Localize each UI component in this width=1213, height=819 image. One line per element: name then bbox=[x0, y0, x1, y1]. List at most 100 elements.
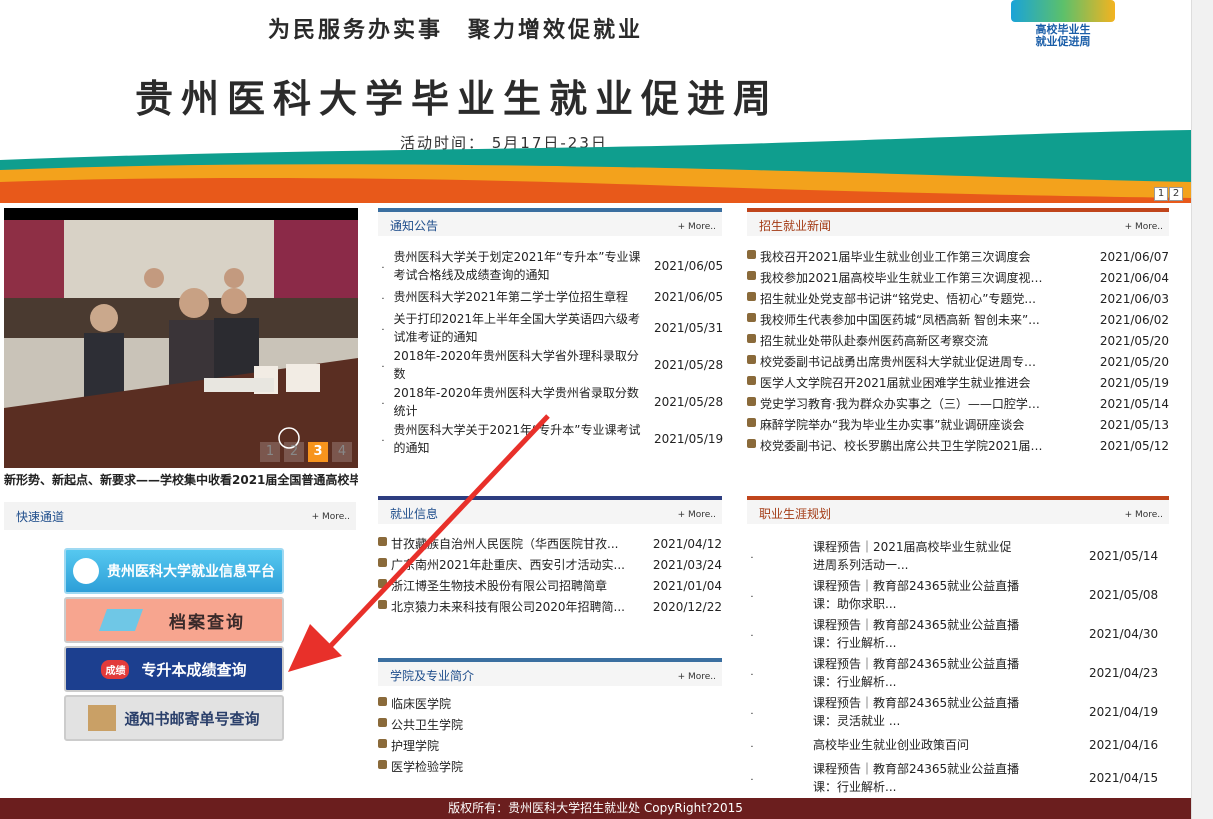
mail-label: 通知书邮寄单号查询 bbox=[124, 709, 260, 728]
banner-page-1[interactable]: 1 bbox=[1154, 187, 1168, 201]
list-item-title[interactable]: 高校毕业生就业创业政策百问 bbox=[813, 736, 1023, 754]
banner: 为民服务办实事 聚力增效促就业 贵州医科大学毕业生就业促进周 活动时间： 5月1… bbox=[0, 0, 1191, 203]
list-item[interactable]: 医学人文学院召开2021届就业困难学生就业推进会 2021/05/19 bbox=[747, 373, 1169, 394]
list-item[interactable]: 我校师生代表参加中国医药城“凤栖高新 智创未来”... 2021/06/02 bbox=[747, 310, 1169, 331]
banner-page-2[interactable]: 2 bbox=[1169, 187, 1183, 201]
list-item[interactable]: · 课程预告｜2021届高校毕业生就业促进周系列活动一... 2021/05/14 bbox=[747, 538, 1169, 574]
promo-week-logo: 高校毕业生 就业促进周 bbox=[1008, 0, 1118, 56]
bullet-icon bbox=[747, 376, 756, 385]
list-item-title[interactable]: 医学人文学院召开2021届就业困难学生就业推进会 bbox=[760, 373, 1047, 393]
list-item-date: 2021/03/24 bbox=[652, 558, 722, 572]
list-item-title[interactable]: 贵州医科大学2021年第二学士学位招生章程 bbox=[394, 288, 649, 306]
list-item-date: 2021/05/14 bbox=[1099, 397, 1169, 411]
list-item-title[interactable]: 2018年-2020年贵州医科大学省外理科录取分数 bbox=[394, 347, 649, 383]
news-header: 招生就业新闻 + More.. bbox=[747, 208, 1169, 236]
list-item-title[interactable]: 关于打印2021年上半年全国大学英语四六级考试准考证的通知 bbox=[394, 310, 649, 346]
list-item-date: 2021/06/05 bbox=[654, 259, 724, 273]
bullet-icon bbox=[747, 313, 756, 322]
banner-title: 贵州医科大学毕业生就业促进周 bbox=[135, 77, 780, 121]
career-panel: 职业生涯规划 + More.. · 课程预告｜2021届高校毕业生就业促进周系列活… bbox=[747, 496, 1169, 819]
scrollbar[interactable] bbox=[1191, 0, 1213, 819]
quick-title: 快速通道 bbox=[16, 510, 65, 524]
list-item-title[interactable]: 招生就业处带队赴泰州医药高新区考察交流 bbox=[760, 331, 1047, 351]
score-query-button[interactable]: 成绩 专升本成绩查询 bbox=[64, 646, 284, 692]
list-item[interactable]: 招生就业处党支部书记讲“铭党史、悟初心”专题党... 2021/06/03 bbox=[747, 289, 1169, 310]
list-item-title[interactable]: 我校召开2021届毕业生就业创业工作第三次调度会 bbox=[760, 247, 1047, 267]
bullet-icon bbox=[378, 760, 387, 769]
list-item-title[interactable]: 公共卫生学院 bbox=[391, 715, 722, 735]
banner-waves bbox=[0, 130, 1191, 203]
score-badge: 成绩 bbox=[101, 659, 130, 679]
list-item[interactable]: 公共卫生学院 bbox=[378, 715, 722, 736]
list-item-title[interactable]: 校党委副书记战勇出席贵州医科大学就业促进周专场... bbox=[760, 352, 1047, 372]
list-item[interactable]: · 2018年-2020年贵州医科大学省外理科录取分数 2021/05/28 bbox=[378, 347, 724, 383]
list-item[interactable]: 党史学习教育·我为群众办实事之（三）——口腔学院... 2021/05/14 bbox=[747, 394, 1169, 415]
news-list: 我校召开2021届毕业生就业创业工作第三次调度会 2021/06/07 我校参加20… bbox=[747, 247, 1169, 457]
list-item-title[interactable]: 招生就业处党支部书记讲“铭党史、悟初心”专题党... bbox=[760, 289, 1047, 309]
list-item[interactable]: 我校召开2021届毕业生就业创业工作第三次调度会 2021/06/07 bbox=[747, 247, 1169, 268]
list-item-title[interactable]: 课程预告｜2021届高校毕业生就业促进周系列活动一... bbox=[813, 538, 1023, 574]
list-item[interactable]: 医学检验学院 bbox=[378, 757, 722, 778]
slide-1[interactable]: 1 bbox=[260, 442, 280, 462]
list-item[interactable]: · 高校毕业生就业创业政策百问 2021/04/16 bbox=[747, 733, 1169, 757]
notice-more-link[interactable]: + More.. bbox=[678, 222, 716, 232]
archive-query-button[interactable]: 档案查询 bbox=[64, 597, 284, 643]
list-item-date: 2021/05/13 bbox=[1099, 418, 1169, 432]
list-item[interactable]: 临床医学院 bbox=[378, 694, 722, 715]
list-item[interactable]: 校党委副书记战勇出席贵州医科大学就业促进周专场... 2021/05/20 bbox=[747, 352, 1169, 373]
list-item[interactable]: · 课程预告｜教育部24365就业公益直播课：行业解析... 2021/04/15 bbox=[747, 760, 1169, 796]
list-item-date: 2020/12/22 bbox=[652, 600, 722, 614]
list-item[interactable]: 校党委副书记、校长罗鹏出席公共卫生学院2021届毕... 2021/05/12 bbox=[747, 436, 1169, 457]
list-item-title[interactable]: 课程预告｜教育部24365就业公益直播课：灵活就业 ... bbox=[813, 694, 1023, 730]
list-item[interactable]: · 关于打印2021年上半年全国大学英语四六级考试准考证的通知 2021/05/31 bbox=[378, 310, 723, 346]
career-header: 职业生涯规划 + More.. bbox=[747, 496, 1169, 524]
list-item-title[interactable]: 贵州医科大学关于划定2021年“专升本”专业课考试合格线及成绩查询的通知 bbox=[394, 248, 649, 284]
mail-tracking-button[interactable]: 通知书邮寄单号查询 bbox=[64, 695, 284, 741]
list-item-date: 2021/05/19 bbox=[654, 432, 724, 446]
list-item[interactable]: 麻醉学院举办“我为毕业生办实事”就业调研座谈会 2021/05/13 bbox=[747, 415, 1169, 436]
list-item[interactable]: · 课程预告｜教育部24365就业公益直播课：行业解析... 2021/04/30 bbox=[747, 616, 1169, 652]
list-item-title[interactable]: 课程预告｜教育部24365就业公益直播课：行业解析... bbox=[813, 760, 1023, 796]
list-item[interactable]: 招生就业处带队赴泰州医药高新区考察交流 2021/05/20 bbox=[747, 331, 1169, 352]
list-item-title[interactable]: 护理学院 bbox=[391, 736, 722, 756]
list-item-title[interactable]: 课程预告｜教育部24365就业公益直播课：助你求职... bbox=[813, 577, 1023, 613]
list-item[interactable]: · 贵州医科大学2021年第二学士学位招生章程 2021/06/05 bbox=[378, 285, 723, 309]
employment-platform-button[interactable]: 贵州医科大学就业信息平台 bbox=[64, 548, 284, 594]
list-item-title[interactable]: 我校师生代表参加中国医药城“凤栖高新 智创未来”... bbox=[760, 310, 1047, 330]
list-item[interactable]: · 课程预告｜教育部24365就业公益直播课：助你求职... 2021/05/08 bbox=[747, 577, 1169, 613]
list-item-title[interactable]: 党史学习教育·我为群众办实事之（三）——口腔学院... bbox=[760, 394, 1047, 414]
bullet-icon bbox=[747, 271, 756, 280]
list-item-title[interactable]: 医学检验学院 bbox=[391, 757, 722, 777]
jobs-more-link[interactable]: + More.. bbox=[678, 510, 716, 520]
list-item-date: 2021/05/20 bbox=[1099, 355, 1169, 369]
career-more-link[interactable]: + More.. bbox=[1125, 510, 1163, 520]
list-item[interactable]: 护理学院 bbox=[378, 736, 722, 757]
college-list: 临床医学院 公共卫生学院 护理学院 医学检验学院 bbox=[378, 694, 722, 778]
news-title: 招生就业新闻 bbox=[759, 219, 832, 233]
career-title: 职业生涯规划 bbox=[759, 507, 832, 521]
list-item-date: 2021/06/03 bbox=[1099, 292, 1169, 306]
list-item-title[interactable]: 课程预告｜教育部24365就业公益直播课：行业解析... bbox=[813, 616, 1023, 652]
list-item-title[interactable]: 我校参加2021届高校毕业生就业工作第三次调度视频... bbox=[760, 268, 1047, 288]
dot-icon: · bbox=[750, 670, 754, 681]
list-item-title[interactable]: 课程预告｜教育部24365就业公益直播课：行业解析... bbox=[813, 655, 1023, 691]
list-item[interactable]: 我校参加2021届高校毕业生就业工作第三次调度视频... 2021/06/04 bbox=[747, 268, 1169, 289]
bullet-icon bbox=[378, 739, 387, 748]
list-item-title[interactable]: 临床医学院 bbox=[391, 694, 722, 714]
list-item[interactable]: · 课程预告｜教育部24365就业公益直播课：行业解析... 2021/04/23 bbox=[747, 655, 1169, 691]
news-more-link[interactable]: + More.. bbox=[1125, 222, 1163, 232]
notice-header: 通知公告 + More.. bbox=[378, 208, 722, 236]
bullet-icon bbox=[747, 439, 756, 448]
list-item[interactable]: · 贵州医科大学关于划定2021年“专升本”专业课考试合格线及成绩查询的通知 202… bbox=[378, 248, 724, 284]
list-item-title[interactable]: 麻醉学院举办“我为毕业生办实事”就业调研座谈会 bbox=[760, 415, 1047, 435]
list-item[interactable]: · 课程预告｜教育部24365就业公益直播课：灵活就业 ... 2021/04/19 bbox=[747, 694, 1169, 730]
college-more-link[interactable]: + More.. bbox=[678, 672, 716, 682]
list-item-date: 2021/05/28 bbox=[654, 358, 724, 372]
list-item-date: 2021/04/30 bbox=[1089, 627, 1159, 641]
list-item-date: 2021/06/07 bbox=[1099, 250, 1169, 264]
list-item-date: 2021/04/23 bbox=[1089, 666, 1159, 680]
parcel-icon bbox=[88, 705, 117, 731]
list-item-title[interactable]: 校党委副书记、校长罗鹏出席公共卫生学院2021届毕... bbox=[760, 436, 1047, 456]
dot-icon: · bbox=[750, 631, 754, 642]
banner-slogan: 为民服务办实事 聚力增效促就业 bbox=[268, 18, 644, 43]
